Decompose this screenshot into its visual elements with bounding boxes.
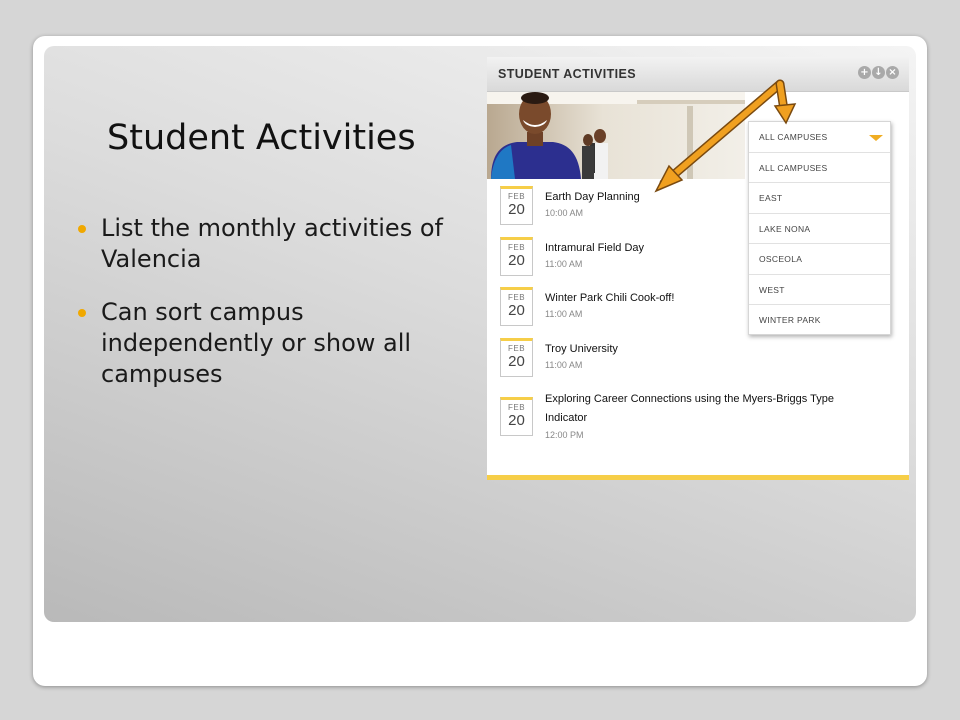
plus-icon[interactable]: + xyxy=(858,66,871,79)
event-time: 10:00 AM xyxy=(545,208,584,218)
bullet-text: List the monthly activities of Valencia xyxy=(101,214,443,273)
bullet-dot-icon xyxy=(78,309,86,317)
event-day: 20 xyxy=(508,252,525,269)
event-date-badge: FEB 20 xyxy=(500,186,533,225)
event-date-badge: FEB 20 xyxy=(500,338,533,377)
chevron-down-icon[interactable] xyxy=(869,135,883,141)
event-month: FEB xyxy=(507,192,526,201)
event-day: 20 xyxy=(508,302,525,319)
campus-selected-value: ALL CAMPUSES xyxy=(759,132,828,142)
event-month: FEB xyxy=(507,293,526,302)
event-month: FEB xyxy=(507,243,526,252)
download-icon[interactable]: ↓ xyxy=(872,66,885,79)
widget-title: STUDENT ACTIVITIES xyxy=(498,67,636,81)
bullet-text: Can sort campus independently or show al… xyxy=(101,298,412,388)
students-photo xyxy=(487,92,745,179)
bullet-item: Can sort campus independently or show al… xyxy=(76,297,456,390)
event-date-badge: FEB 20 xyxy=(500,397,533,436)
event-date-badge: FEB 20 xyxy=(500,237,533,276)
event-time: 11:00 AM xyxy=(545,309,583,319)
event-date-badge: FEB 20 xyxy=(500,287,533,326)
bullet-item: List the monthly activities of Valencia xyxy=(76,213,456,275)
event-title-link[interactable]: Troy University xyxy=(545,340,865,359)
bullet-list: List the monthly activities of Valencia … xyxy=(76,213,456,412)
campus-select-current[interactable]: ALL CAMPUSES xyxy=(749,122,890,153)
close-icon[interactable]: × xyxy=(886,66,899,79)
event-month: FEB xyxy=(507,344,526,353)
campus-dropdown[interactable]: ALL CAMPUSES ALL CAMPUSES EAST LAKE NONA… xyxy=(748,121,891,335)
campus-option[interactable]: OSCEOLA xyxy=(749,244,890,275)
campus-option[interactable]: WINTER PARK xyxy=(749,305,890,336)
campus-option[interactable]: WEST xyxy=(749,275,890,305)
event-day: 20 xyxy=(508,353,525,370)
event-time: 11:00 AM xyxy=(545,259,583,269)
slide-title: Student Activities xyxy=(107,118,416,158)
event-time: 11:00 AM xyxy=(545,360,583,370)
widget-header: STUDENT ACTIVITIES + ↓ × xyxy=(487,57,909,92)
campus-option[interactable]: LAKE NONA xyxy=(749,214,890,244)
event-title-link[interactable]: Exploring Career Connections using the M… xyxy=(545,390,865,428)
campus-option[interactable]: EAST xyxy=(749,183,890,214)
event-month: FEB xyxy=(507,403,526,412)
campus-option[interactable]: ALL CAMPUSES xyxy=(749,153,890,183)
event-day: 20 xyxy=(508,201,525,218)
event-item[interactable]: FEB 20 Troy University 11:00 AM xyxy=(500,338,870,378)
widget-controls: + ↓ × xyxy=(858,66,899,79)
event-day: 20 xyxy=(508,412,525,429)
event-item[interactable]: FEB 20 Exploring Career Connections usin… xyxy=(500,393,870,440)
bullet-dot-icon xyxy=(78,225,86,233)
event-time: 12:00 PM xyxy=(545,430,584,440)
